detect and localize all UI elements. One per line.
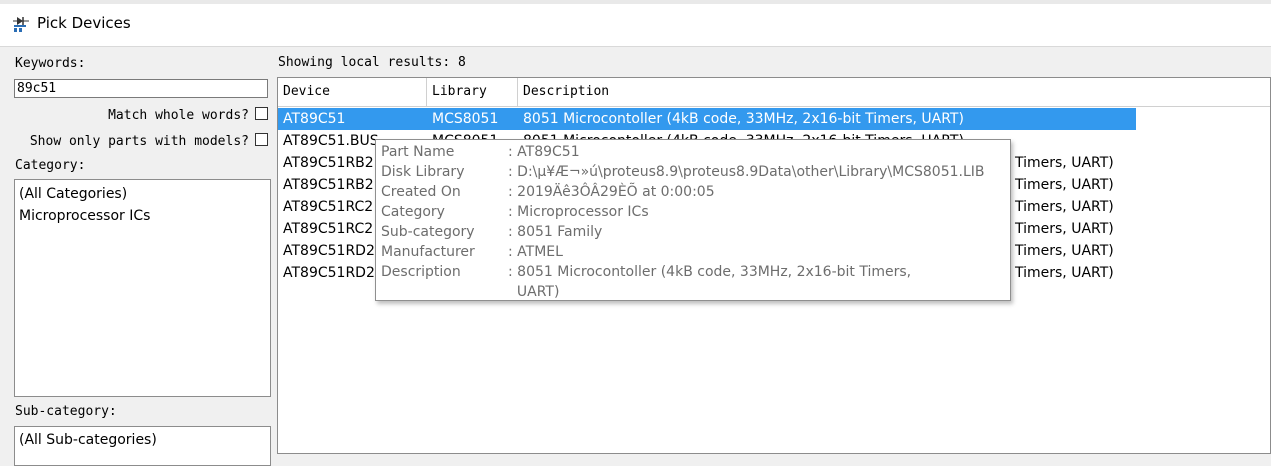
tooltip-key: Manufacturer — [381, 244, 475, 260]
cell-description-tail: Timers, UART) — [1015, 243, 1114, 259]
subcategory-listbox[interactable]: (All Sub-categories) — [14, 426, 271, 466]
category-label: Category: — [15, 158, 86, 173]
cell-description-tail: Timers, UART) — [1015, 177, 1114, 193]
keywords-label: Keywords: — [15, 56, 86, 71]
tooltip-key: Sub-category — [381, 224, 475, 240]
column-header-description[interactable]: Description — [518, 78, 1270, 106]
tooltip-key: Category — [381, 204, 445, 220]
cell-description-tail: Timers, UART) — [1015, 221, 1114, 237]
device-pick-icon — [13, 17, 29, 32]
cell-device: AT89C51RC2 — [283, 221, 374, 237]
tooltip-value: : 8051 Family — [508, 224, 603, 240]
cell-library: MCS8051 — [432, 111, 499, 127]
match-whole-words-checkbox[interactable] — [255, 107, 268, 120]
category-item-microprocessor[interactable]: Microprocessor ICs — [15, 205, 270, 227]
window-title: Pick Devices — [37, 14, 131, 32]
subcategory-item-all[interactable]: (All Sub-categories) — [15, 429, 270, 451]
device-info-tooltip: Part Name : AT89C51 Disk Library : D:\µ¥… — [375, 139, 1011, 301]
results-count-label: Showing local results: 8 — [278, 55, 466, 70]
cell-device: AT89C51 — [283, 111, 346, 127]
table-row[interactable]: AT89C51 MCS8051 8051 Microcontoller (4kB… — [278, 108, 1136, 130]
cell-device: AT89C51RC2 — [283, 199, 374, 215]
keywords-input[interactable]: 89c51 — [14, 79, 268, 98]
tooltip-value: : AT89C51 — [508, 144, 580, 160]
title-bar: Pick Devices — [0, 0, 1271, 47]
category-item-all[interactable]: (All Categories) — [15, 183, 270, 205]
match-whole-words-label: Match whole words? — [108, 108, 249, 123]
cell-description-tail: Timers, UART) — [1015, 155, 1114, 171]
tooltip-value: : 8051 Microcontoller (4kB code, 33MHz, … — [508, 264, 912, 280]
tooltip-value: : D:\µ¥Æ¬»ú\proteus8.9\proteus8.9Data\ot… — [508, 164, 985, 180]
tooltip-key: Part Name — [381, 144, 455, 160]
cell-device: AT89C51RD2 — [283, 265, 375, 281]
show-only-models-checkbox[interactable] — [255, 133, 268, 146]
column-header-device[interactable]: Device — [278, 78, 427, 106]
cell-device: AT89C51RB2 — [283, 155, 374, 171]
tooltip-key: Disk Library — [381, 164, 465, 180]
cell-description-tail: Timers, UART) — [1015, 199, 1114, 215]
subcategory-label: Sub-category: — [15, 404, 117, 419]
cell-description: 8051 Microcontoller (4kB code, 33MHz, 2x… — [523, 111, 964, 127]
cell-description-tail: Timers, UART) — [1015, 265, 1114, 281]
category-listbox[interactable]: (All Categories) Microprocessor ICs — [14, 179, 271, 397]
tooltip-value: UART) — [508, 284, 560, 300]
column-header-library[interactable]: Library — [427, 78, 518, 106]
cell-device: AT89C51.BUS — [283, 133, 379, 149]
cell-device: AT89C51RB2 — [283, 177, 374, 193]
title-bar-edge — [0, 0, 1271, 4]
tooltip-key: Created On — [381, 184, 461, 200]
tooltip-key: Description — [381, 264, 461, 280]
tooltip-value: : Microprocessor ICs — [508, 204, 649, 220]
tooltip-value: : 2019Äê3ÔÂ29ÈÕ at 0:00:05 — [508, 184, 715, 200]
results-header: Device Library Description — [278, 78, 1270, 107]
show-only-models-label: Show only parts with models? — [29, 134, 249, 149]
tooltip-value: : ATMEL — [508, 244, 563, 260]
cell-device: AT89C51RD2 — [283, 243, 375, 259]
